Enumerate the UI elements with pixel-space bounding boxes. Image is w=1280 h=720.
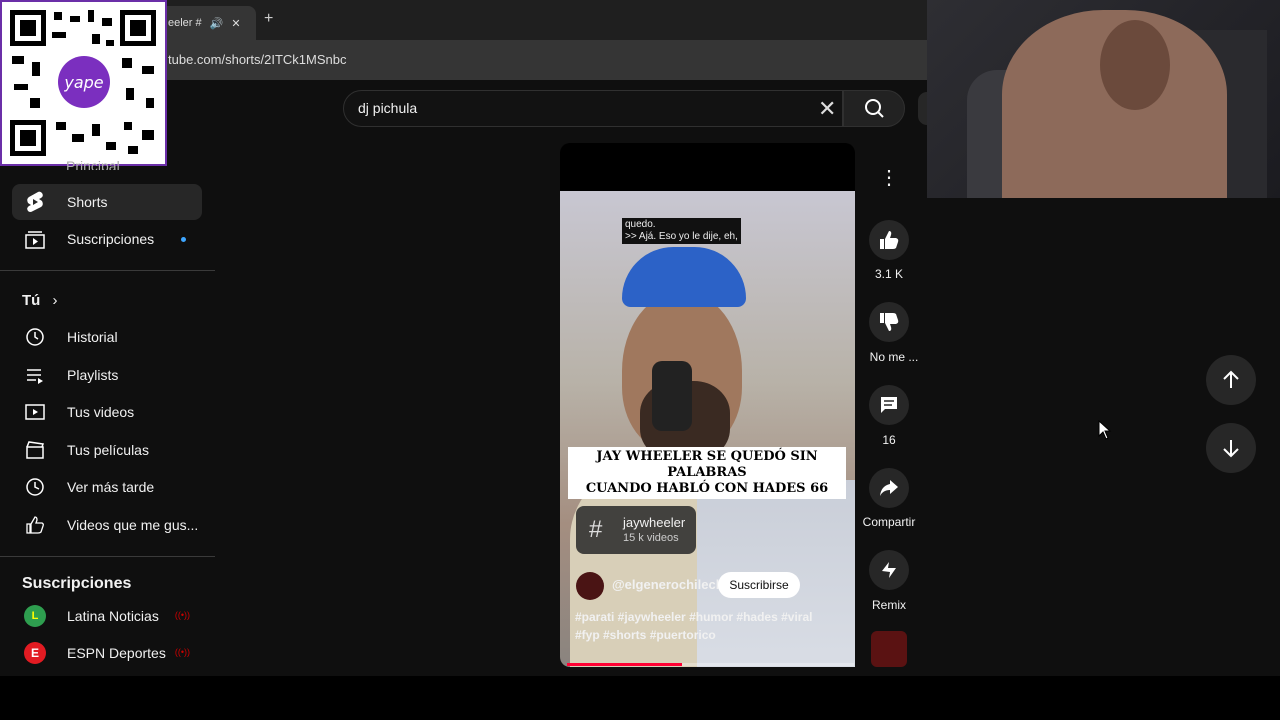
- share-label: Compartir: [862, 515, 916, 529]
- sidebar-item-history[interactable]: Historial: [12, 319, 202, 355]
- playlists-icon: [24, 364, 46, 386]
- sidebar-item-label: Shorts: [67, 194, 108, 210]
- search-button[interactable]: [843, 90, 905, 127]
- close-tab-icon[interactable]: ✕: [231, 17, 240, 30]
- like-count: 3.1 K: [874, 267, 904, 281]
- channel-avatar[interactable]: [576, 572, 604, 600]
- dislike-label: No me ...: [869, 350, 919, 364]
- subscriptions-icon: [24, 228, 46, 250]
- progress-fill: [567, 663, 682, 666]
- hashtag-count: 15 k videos: [623, 532, 679, 544]
- sidebar-item-label: Historial: [67, 329, 118, 345]
- new-tab-icon[interactable]: +: [264, 10, 273, 28]
- sidebar-item-shorts[interactable]: Shorts: [12, 184, 202, 220]
- remix-icon: [882, 562, 896, 578]
- subscriptions-section-title: Suscripciones: [22, 575, 132, 592]
- comment-count: 16: [882, 433, 896, 447]
- your-videos-icon: [24, 401, 46, 423]
- sidebar-item-watch-later[interactable]: Ver más tarde: [12, 469, 202, 505]
- next-short-button[interactable]: [1206, 423, 1256, 473]
- arrow-down-icon: [1223, 440, 1239, 458]
- subscribe-button[interactable]: Suscribirse: [718, 572, 800, 598]
- voice-search-button[interactable]: [918, 92, 927, 125]
- share-icon: [880, 480, 898, 496]
- clock-icon: [24, 476, 46, 498]
- hashtag-name[interactable]: jaywheeler: [623, 515, 685, 530]
- video-description[interactable]: #parati #jaywheeler #humor #hades #viral…: [575, 608, 835, 644]
- thumbs-up-icon: [24, 514, 46, 536]
- live-indicator: ((•)): [174, 610, 190, 620]
- you-section-title[interactable]: Tú ›: [22, 292, 58, 309]
- channel-avatar: E: [24, 642, 46, 664]
- sidebar-item-channel[interactable]: L Latina Noticias ((•)): [12, 598, 202, 634]
- sidebar-item-subscriptions[interactable]: Suscripciones: [12, 221, 202, 257]
- mouse-cursor-icon: [1098, 419, 1112, 445]
- video-headline: JAY WHEELER SE QUEDÓ SIN PALABRAS CUANDO…: [568, 447, 846, 499]
- comments-button[interactable]: [869, 385, 909, 425]
- arrow-up-icon: [1223, 370, 1239, 388]
- new-content-dot: [181, 237, 186, 242]
- audio-thumbnail[interactable]: [871, 631, 907, 667]
- browser-tab[interactable]: eeler # 🔊 ✕: [160, 6, 256, 40]
- clear-search-icon[interactable]: ✕: [818, 96, 836, 122]
- channel-name[interactable]: @elgenerochilecl: [612, 577, 719, 592]
- divider: [0, 556, 215, 557]
- sidebar-item-your-movies[interactable]: Tus películas: [12, 432, 202, 468]
- speaker-icon[interactable]: 🔊: [210, 17, 224, 30]
- sidebar-item-label: Tus videos: [67, 404, 135, 420]
- movies-icon: [24, 439, 46, 461]
- thumbs-down-icon: [880, 313, 899, 331]
- history-icon: [24, 326, 46, 348]
- search-box[interactable]: [343, 90, 843, 127]
- sidebar-item-label: ESPN Deportes: [67, 645, 166, 661]
- svg-text:yape: yape: [63, 73, 103, 92]
- sidebar-item-label: Videos que me gus...: [67, 517, 199, 533]
- search-icon: [865, 99, 884, 118]
- comment-icon: [881, 397, 897, 413]
- remix-label: Remix: [871, 598, 906, 612]
- sidebar-item-label: Ver más tarde: [67, 479, 155, 495]
- video-progress-bar[interactable]: [567, 663, 854, 666]
- hashtag-icon: #: [589, 516, 603, 543]
- thumbs-up-icon: [880, 231, 899, 249]
- tab-title: eeler #: [168, 17, 202, 29]
- more-options-icon[interactable]: ⋮: [871, 165, 907, 195]
- sidebar-item-channel[interactable]: E ESPN Deportes ((•)): [12, 635, 202, 671]
- bottom-bar: [0, 676, 1280, 720]
- live-indicator: ((•)): [174, 647, 190, 657]
- sidebar-item-liked-videos[interactable]: Videos que me gus...: [12, 507, 202, 543]
- channel-avatar: L: [24, 605, 46, 627]
- video-caption: quedo. >> Ajá. Eso yo le dije, eh,: [622, 218, 741, 244]
- sidebar-item-label: Latina Noticias: [67, 608, 159, 624]
- sidebar-item-label: Playlists: [67, 367, 119, 383]
- sidebar-item-label: Tus películas: [67, 442, 149, 458]
- url-text[interactable]: tube.com/shorts/2ITCk1MSnbc: [168, 52, 346, 67]
- dislike-button[interactable]: [869, 302, 909, 342]
- previous-short-button[interactable]: [1206, 355, 1256, 405]
- chevron-right-icon: ›: [52, 292, 58, 309]
- sidebar-item-playlists[interactable]: Playlists: [12, 357, 202, 393]
- sidebar-item-label: Suscripciones: [67, 231, 155, 247]
- sidebar-item-your-videos[interactable]: Tus videos: [12, 394, 202, 430]
- remix-button[interactable]: [869, 550, 909, 590]
- like-button[interactable]: [869, 220, 909, 260]
- share-button[interactable]: [869, 468, 909, 508]
- search-input[interactable]: dj pichula: [358, 100, 417, 116]
- shorts-icon: [24, 191, 46, 213]
- qr-code-overlay: yape: [0, 0, 167, 166]
- microphone-image: [652, 361, 692, 431]
- divider: [0, 270, 215, 271]
